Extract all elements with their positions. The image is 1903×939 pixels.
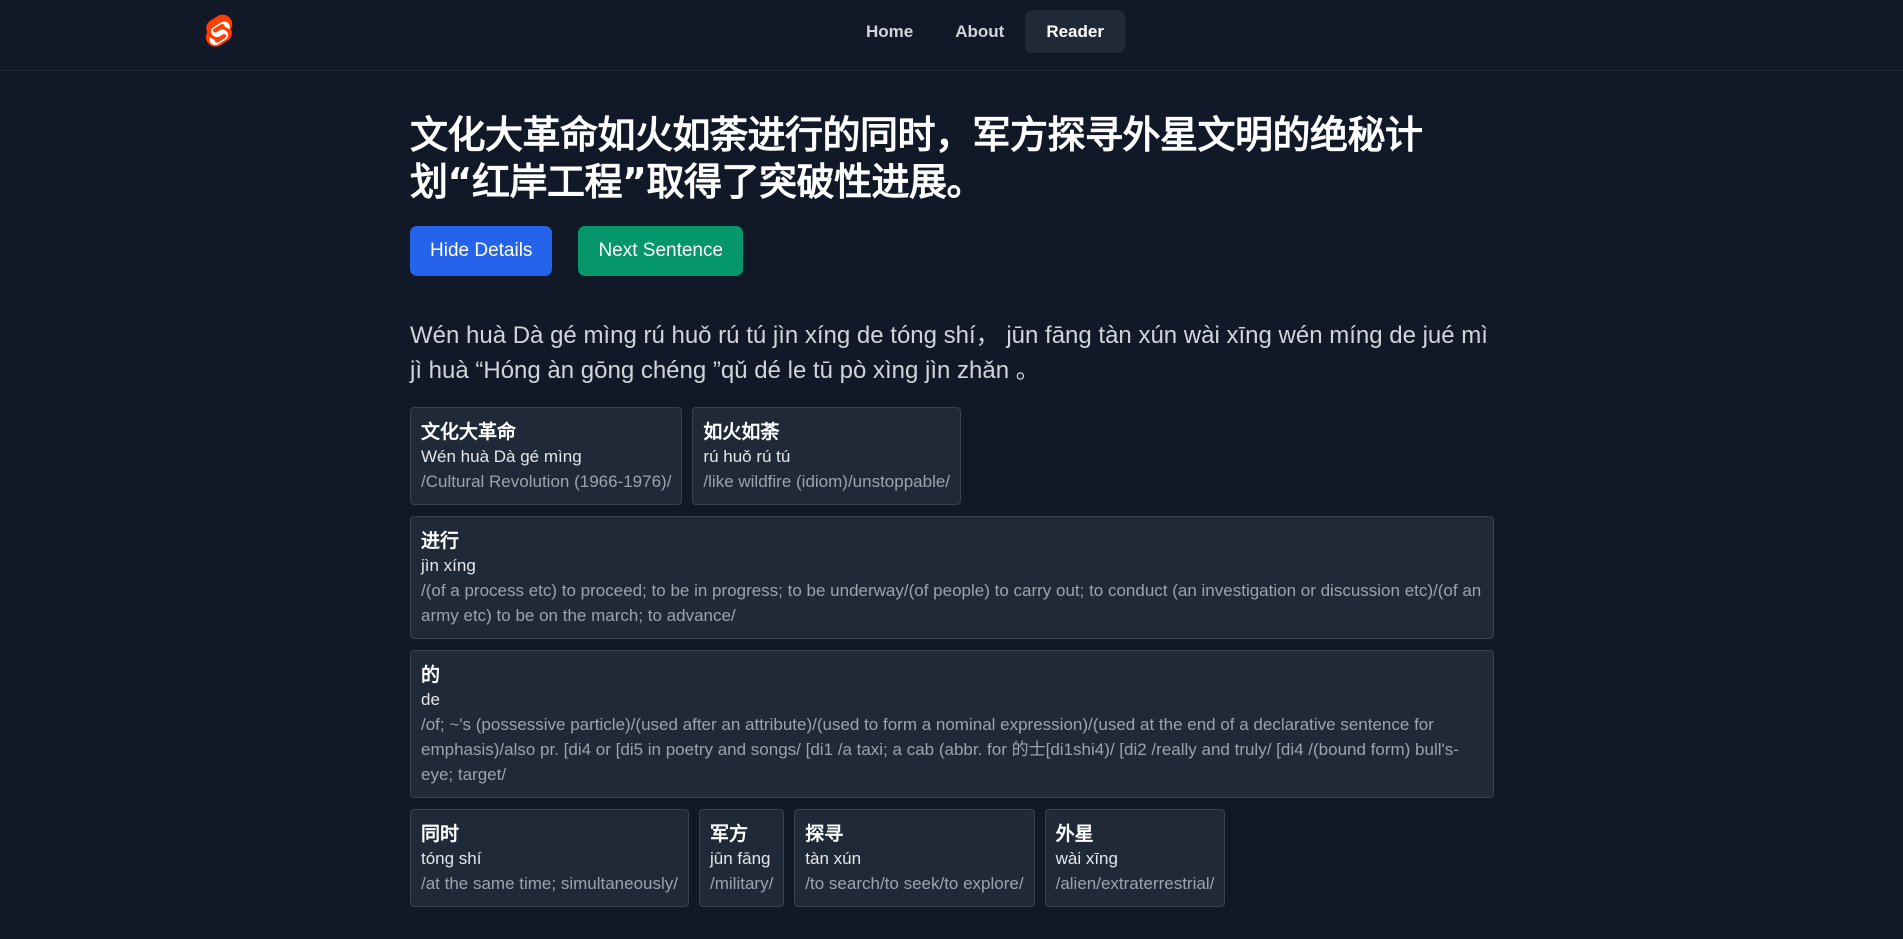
word-pinyin: wài xīng bbox=[1055, 849, 1118, 868]
word-hanzi: 文化大革命 bbox=[421, 421, 517, 443]
word-card[interactable]: 外星 wài xīng /alien/extraterrestrial/ bbox=[1044, 809, 1226, 907]
word-card[interactable]: 文化大革命 Wén huà Dà gé mìng /Cultural Revol… bbox=[410, 407, 683, 505]
word-pinyin: Wén huà Dà gé mìng bbox=[421, 447, 582, 466]
word-hanzi: 军方 bbox=[710, 823, 749, 845]
reader-content: 文化大革命如火如荼进行的同时，军方探寻外星文明的绝秘计划“红岸工程”取得了突破性… bbox=[410, 112, 1494, 907]
reader-actions: Hide Details Next Sentence bbox=[410, 226, 1494, 276]
svelte-logo-icon[interactable] bbox=[203, 14, 235, 50]
word-card[interactable]: 同时 tóng shí /at the same time; simultane… bbox=[410, 809, 690, 907]
word-pinyin: tàn xún bbox=[805, 849, 862, 868]
sentence-text: 文化大革命如火如荼进行的同时，军方探寻外星文明的绝秘计划“红岸工程”取得了突破性… bbox=[410, 113, 1423, 204]
word-definition: /to search/to seek/to explore/ bbox=[805, 874, 1024, 893]
word-card[interactable]: 进行 jìn xíng /(of a process etc) to proce… bbox=[410, 516, 1494, 639]
word-pinyin: jūn fāng bbox=[710, 849, 771, 868]
word-pinyin: rú huǒ rú tú bbox=[703, 447, 791, 466]
word-pinyin: jìn xíng bbox=[421, 556, 476, 575]
word-hanzi: 进行 bbox=[421, 530, 460, 552]
sentence-pinyin: Wén huà Dà gé mìng rú huǒ rú tú jìn xíng… bbox=[410, 322, 1488, 384]
nav-home[interactable]: Home bbox=[845, 10, 934, 53]
word-hanzi: 探寻 bbox=[805, 823, 844, 845]
word-definition: /like wildfire (idiom)/unstoppable/ bbox=[703, 472, 951, 491]
word-hanzi: 同时 bbox=[421, 823, 460, 845]
word-definition: /at the same time; simultaneously/ bbox=[421, 874, 679, 893]
word-card[interactable]: 军方 jūn fāng /military/ bbox=[699, 809, 785, 907]
nav-reader[interactable]: Reader bbox=[1025, 10, 1125, 53]
word-definition: /military/ bbox=[710, 874, 774, 893]
word-definition: /Cultural Revolution (1966-1976)/ bbox=[421, 472, 672, 491]
main-nav: Home About Reader bbox=[845, 10, 1125, 53]
top-navigation-bar: Home About Reader bbox=[0, 0, 1903, 71]
nav-about[interactable]: About bbox=[934, 10, 1025, 53]
hide-details-button[interactable]: Hide Details bbox=[410, 226, 553, 276]
word-pinyin: tóng shí bbox=[421, 849, 482, 868]
word-definition: /alien/extraterrestrial/ bbox=[1055, 874, 1215, 893]
word-hanzi: 的 bbox=[421, 664, 441, 686]
word-card[interactable]: 探寻 tàn xún /to search/to seek/to explore… bbox=[794, 809, 1035, 907]
next-sentence-button[interactable]: Next Sentence bbox=[578, 226, 744, 276]
word-card[interactable]: 的 de /of; ~'s (possessive particle)/(use… bbox=[410, 650, 1494, 798]
word-definition: /(of a process etc) to proceed; to be in… bbox=[421, 581, 1482, 625]
word-card[interactable]: 如火如荼 rú huǒ rú tú /like wildfire (idiom)… bbox=[692, 407, 962, 505]
word-hanzi: 外星 bbox=[1055, 823, 1094, 845]
word-hanzi: 如火如荼 bbox=[703, 421, 780, 443]
word-cards: 文化大革命 Wén huà Dà gé mìng /Cultural Revol… bbox=[410, 407, 1494, 907]
word-pinyin: de bbox=[421, 690, 440, 709]
word-definition: /of; ~'s (possessive particle)/(used aft… bbox=[421, 715, 1459, 784]
